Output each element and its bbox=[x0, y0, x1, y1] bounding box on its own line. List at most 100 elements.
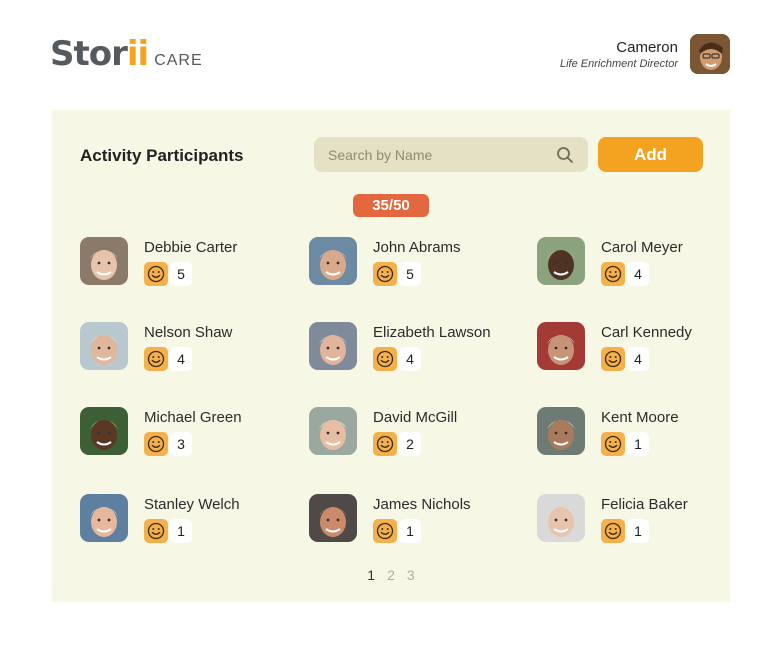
participant-card[interactable]: Kent Moore 1 bbox=[537, 407, 737, 494]
smiley-face-icon[interactable] bbox=[144, 432, 168, 456]
smiley-face-icon[interactable] bbox=[144, 519, 168, 543]
smiley-face-icon[interactable] bbox=[373, 262, 397, 286]
participant-card[interactable]: David McGill 2 bbox=[309, 407, 537, 494]
mood-score: 1 bbox=[399, 519, 421, 543]
pagination: 123 bbox=[52, 567, 730, 583]
portrait-image bbox=[537, 494, 585, 542]
participant-photo[interactable] bbox=[80, 237, 128, 285]
user-info: Cameron Life Enrichment Director bbox=[560, 39, 678, 70]
participant-photo[interactable] bbox=[80, 407, 128, 455]
participant-mood: 3 bbox=[144, 432, 242, 456]
participant-card[interactable]: James Nichols 1 bbox=[309, 494, 537, 574]
smiley-face-icon[interactable] bbox=[601, 432, 625, 456]
participant-card[interactable]: Felicia Baker 1 bbox=[537, 494, 737, 574]
logo-subtext: CARE bbox=[154, 52, 203, 69]
search-icon[interactable] bbox=[556, 146, 574, 164]
add-button[interactable]: Add bbox=[598, 137, 703, 172]
mood-score: 4 bbox=[627, 262, 649, 286]
participant-info: Carol Meyer 4 bbox=[601, 239, 683, 286]
page-link-1[interactable]: 1 bbox=[367, 567, 375, 583]
search-box[interactable] bbox=[314, 137, 588, 172]
participant-name[interactable]: Carl Kennedy bbox=[601, 324, 692, 341]
logo-text: Stor bbox=[50, 34, 128, 74]
participant-mood: 4 bbox=[144, 347, 232, 371]
participant-name[interactable]: Carol Meyer bbox=[601, 239, 683, 256]
activity-participants-panel: Activity Participants Add 35/50 Debbie C… bbox=[52, 110, 730, 602]
participant-name[interactable]: Debbie Carter bbox=[144, 239, 237, 256]
portrait-image bbox=[80, 322, 128, 370]
search-input[interactable] bbox=[314, 145, 550, 164]
page-link-2[interactable]: 2 bbox=[387, 567, 395, 583]
participant-info: Kent Moore 1 bbox=[601, 409, 679, 456]
smiley-face-icon[interactable] bbox=[601, 262, 625, 286]
participant-name[interactable]: David McGill bbox=[373, 409, 457, 426]
smiley-face-icon[interactable] bbox=[144, 262, 168, 286]
user-avatar[interactable] bbox=[690, 34, 730, 74]
participant-photo[interactable] bbox=[80, 322, 128, 370]
participant-photo[interactable] bbox=[537, 237, 585, 285]
user-profile[interactable]: Cameron Life Enrichment Director bbox=[560, 34, 730, 74]
participant-card[interactable]: John Abrams 5 bbox=[309, 237, 537, 322]
portrait-image bbox=[80, 494, 128, 542]
portrait-image bbox=[309, 407, 357, 455]
participant-card[interactable]: Debbie Carter 5 bbox=[80, 237, 309, 322]
mood-score: 1 bbox=[627, 519, 649, 543]
participant-info: Stanley Welch 1 bbox=[144, 496, 240, 543]
page-link-3[interactable]: 3 bbox=[407, 567, 415, 583]
participant-name[interactable]: Nelson Shaw bbox=[144, 324, 232, 341]
participant-name[interactable]: James Nichols bbox=[373, 496, 471, 513]
participant-name[interactable]: Elizabeth Lawson bbox=[373, 324, 491, 341]
participant-mood: 4 bbox=[601, 262, 683, 286]
mood-score: 4 bbox=[399, 347, 421, 371]
participant-mood: 1 bbox=[601, 519, 688, 543]
participant-info: Carl Kennedy 4 bbox=[601, 324, 692, 371]
mood-score: 2 bbox=[399, 432, 421, 456]
mood-score: 3 bbox=[170, 432, 192, 456]
participant-photo[interactable] bbox=[537, 322, 585, 370]
participant-mood: 1 bbox=[373, 519, 471, 543]
participant-count-badge: 35/50 bbox=[353, 194, 429, 217]
smiley-face-icon[interactable] bbox=[373, 519, 397, 543]
participant-card[interactable]: Nelson Shaw 4 bbox=[80, 322, 309, 407]
portrait-image bbox=[80, 237, 128, 285]
storii-care-logo[interactable]: Stor ii CARE bbox=[50, 34, 203, 74]
mood-score: 5 bbox=[170, 262, 192, 286]
mood-score: 4 bbox=[170, 347, 192, 371]
participant-mood: 5 bbox=[373, 262, 461, 286]
page: Stor ii CARE Cameron Life Enrichment Direc… bbox=[0, 0, 782, 647]
smiley-face-icon[interactable] bbox=[144, 347, 168, 371]
participant-photo[interactable] bbox=[309, 322, 357, 370]
participant-card[interactable]: Carl Kennedy 4 bbox=[537, 322, 737, 407]
logo-accent-text: ii bbox=[126, 34, 149, 74]
participant-photo[interactable] bbox=[309, 494, 357, 542]
participant-card[interactable]: Carol Meyer 4 bbox=[537, 237, 737, 322]
participant-photo[interactable] bbox=[537, 494, 585, 542]
smiley-face-icon[interactable] bbox=[373, 347, 397, 371]
participant-info: Nelson Shaw 4 bbox=[144, 324, 232, 371]
participant-name[interactable]: Stanley Welch bbox=[144, 496, 240, 513]
participant-name[interactable]: John Abrams bbox=[373, 239, 461, 256]
participant-photo[interactable] bbox=[309, 407, 357, 455]
smiley-face-icon[interactable] bbox=[373, 432, 397, 456]
participant-name[interactable]: Michael Green bbox=[144, 409, 242, 426]
participant-mood: 5 bbox=[144, 262, 237, 286]
user-name: Cameron bbox=[616, 38, 678, 56]
participant-card[interactable]: Stanley Welch 1 bbox=[80, 494, 309, 574]
panel-title: Activity Participants bbox=[80, 146, 244, 165]
smiley-face-icon[interactable] bbox=[601, 347, 625, 371]
participant-info: Felicia Baker 1 bbox=[601, 496, 688, 543]
participant-mood: 2 bbox=[373, 432, 457, 456]
participant-name[interactable]: Felicia Baker bbox=[601, 496, 688, 513]
portrait-image bbox=[537, 322, 585, 370]
mood-score: 4 bbox=[627, 347, 649, 371]
participant-card[interactable]: Michael Green 3 bbox=[80, 407, 309, 494]
participant-name[interactable]: Kent Moore bbox=[601, 409, 679, 426]
participant-card[interactable]: Elizabeth Lawson 4 bbox=[309, 322, 537, 407]
participant-photo[interactable] bbox=[80, 494, 128, 542]
portrait-image bbox=[309, 322, 357, 370]
participant-photo[interactable] bbox=[537, 407, 585, 455]
smiley-face-icon[interactable] bbox=[601, 519, 625, 543]
participant-info: John Abrams 5 bbox=[373, 239, 461, 286]
participant-photo[interactable] bbox=[309, 237, 357, 285]
mood-score: 1 bbox=[627, 432, 649, 456]
